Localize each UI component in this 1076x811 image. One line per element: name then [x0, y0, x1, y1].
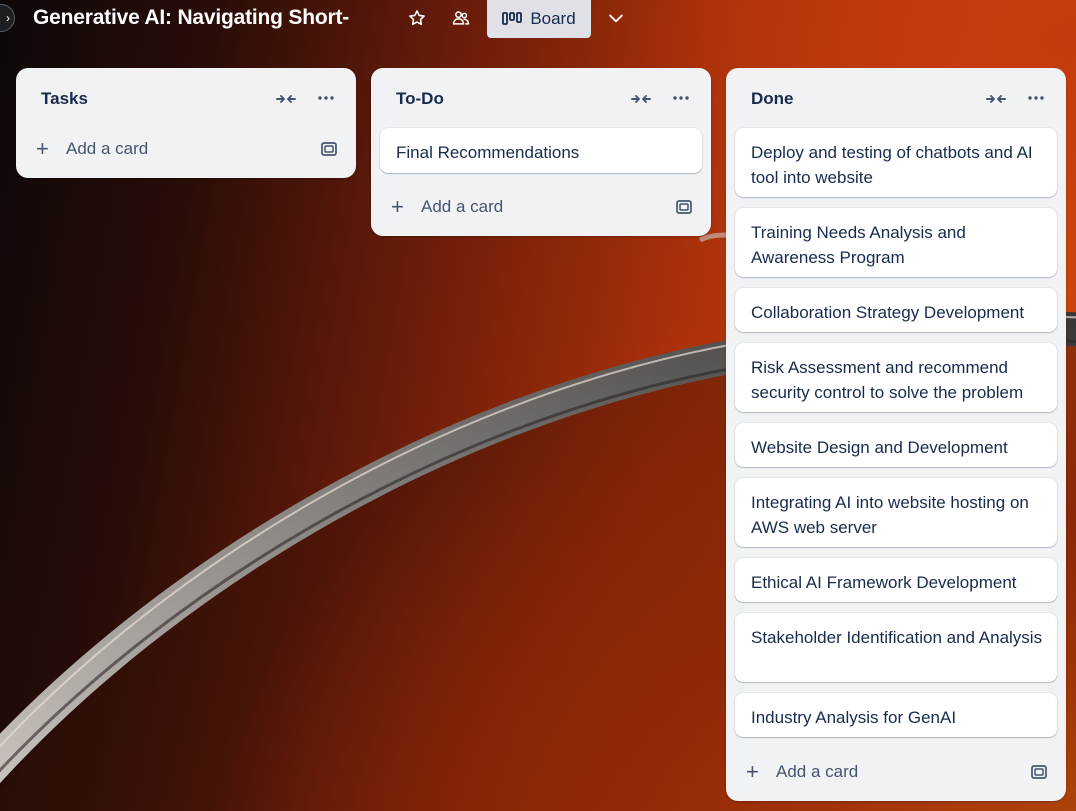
list-title[interactable]: To-Do [396, 89, 444, 109]
collapse-list-icon[interactable] [985, 91, 1007, 107]
card[interactable]: Website Design and Development [735, 423, 1057, 467]
list-todo: To-Do Final Recommendations + Add a card [371, 68, 711, 236]
plus-icon: + [391, 194, 404, 219]
collapse-list-icon[interactable] [275, 91, 297, 107]
list-header: To-Do [371, 68, 711, 130]
list-header: Done [726, 68, 1066, 130]
add-card-button[interactable]: + Add a card [736, 754, 1056, 790]
add-card-label: Add a card [776, 762, 859, 781]
board-view-icon [502, 12, 523, 25]
list-done: Done Deploy and testing of chatbots and … [726, 68, 1066, 801]
card[interactable]: Training Needs Analysis and Awareness Pr… [735, 208, 1057, 277]
add-card-label: Add a card [421, 197, 504, 216]
list-header: Tasks [16, 68, 356, 130]
chevron-right-icon: › [6, 11, 10, 25]
add-card-label: Add a card [66, 139, 149, 158]
visibility-button[interactable] [450, 7, 472, 29]
star-icon [409, 10, 425, 26]
card[interactable]: Deploy and testing of chatbots and AI to… [735, 128, 1057, 197]
list-title[interactable]: Done [751, 89, 794, 109]
board-header: › Generative AI: Navigating Short- Board [0, 0, 1076, 38]
more-options-icon[interactable] [315, 90, 337, 106]
view-switcher-button[interactable] [605, 7, 627, 29]
plus-icon: + [36, 136, 49, 161]
create-from-template-icon[interactable] [1030, 763, 1048, 781]
list-tasks: Tasks + Add a card [16, 68, 356, 178]
plus-icon: + [746, 759, 759, 784]
sidebar-toggle-button[interactable]: › [0, 4, 15, 32]
add-card-button[interactable]: + Add a card [26, 131, 346, 167]
chevron-down-icon [609, 14, 623, 23]
list-title[interactable]: Tasks [41, 89, 88, 109]
board-title[interactable]: Generative AI: Navigating Short- [33, 6, 349, 30]
card[interactable]: Stakeholder Identification and Analysis [735, 613, 1057, 682]
collapse-list-icon[interactable] [630, 91, 652, 107]
card[interactable]: Ethical AI Framework Development [735, 558, 1057, 602]
star-button[interactable] [406, 7, 428, 29]
card[interactable]: Final Recommendations [380, 128, 702, 173]
card[interactable]: Integrating AI into website hosting on A… [735, 478, 1057, 547]
create-from-template-icon[interactable] [675, 198, 693, 216]
more-options-icon[interactable] [670, 90, 692, 106]
card[interactable]: Collaboration Strategy Development [735, 288, 1057, 332]
more-options-icon[interactable] [1025, 90, 1047, 106]
board-view-button[interactable]: Board [487, 0, 591, 38]
board-view-label: Board [530, 9, 576, 28]
card[interactable]: Risk Assessment and recommend security c… [735, 343, 1057, 412]
add-card-button[interactable]: + Add a card [381, 189, 701, 225]
card[interactable]: Industry Analysis for GenAI [735, 693, 1057, 737]
workspace-visibility-icon [452, 11, 470, 25]
create-from-template-icon[interactable] [320, 140, 338, 158]
